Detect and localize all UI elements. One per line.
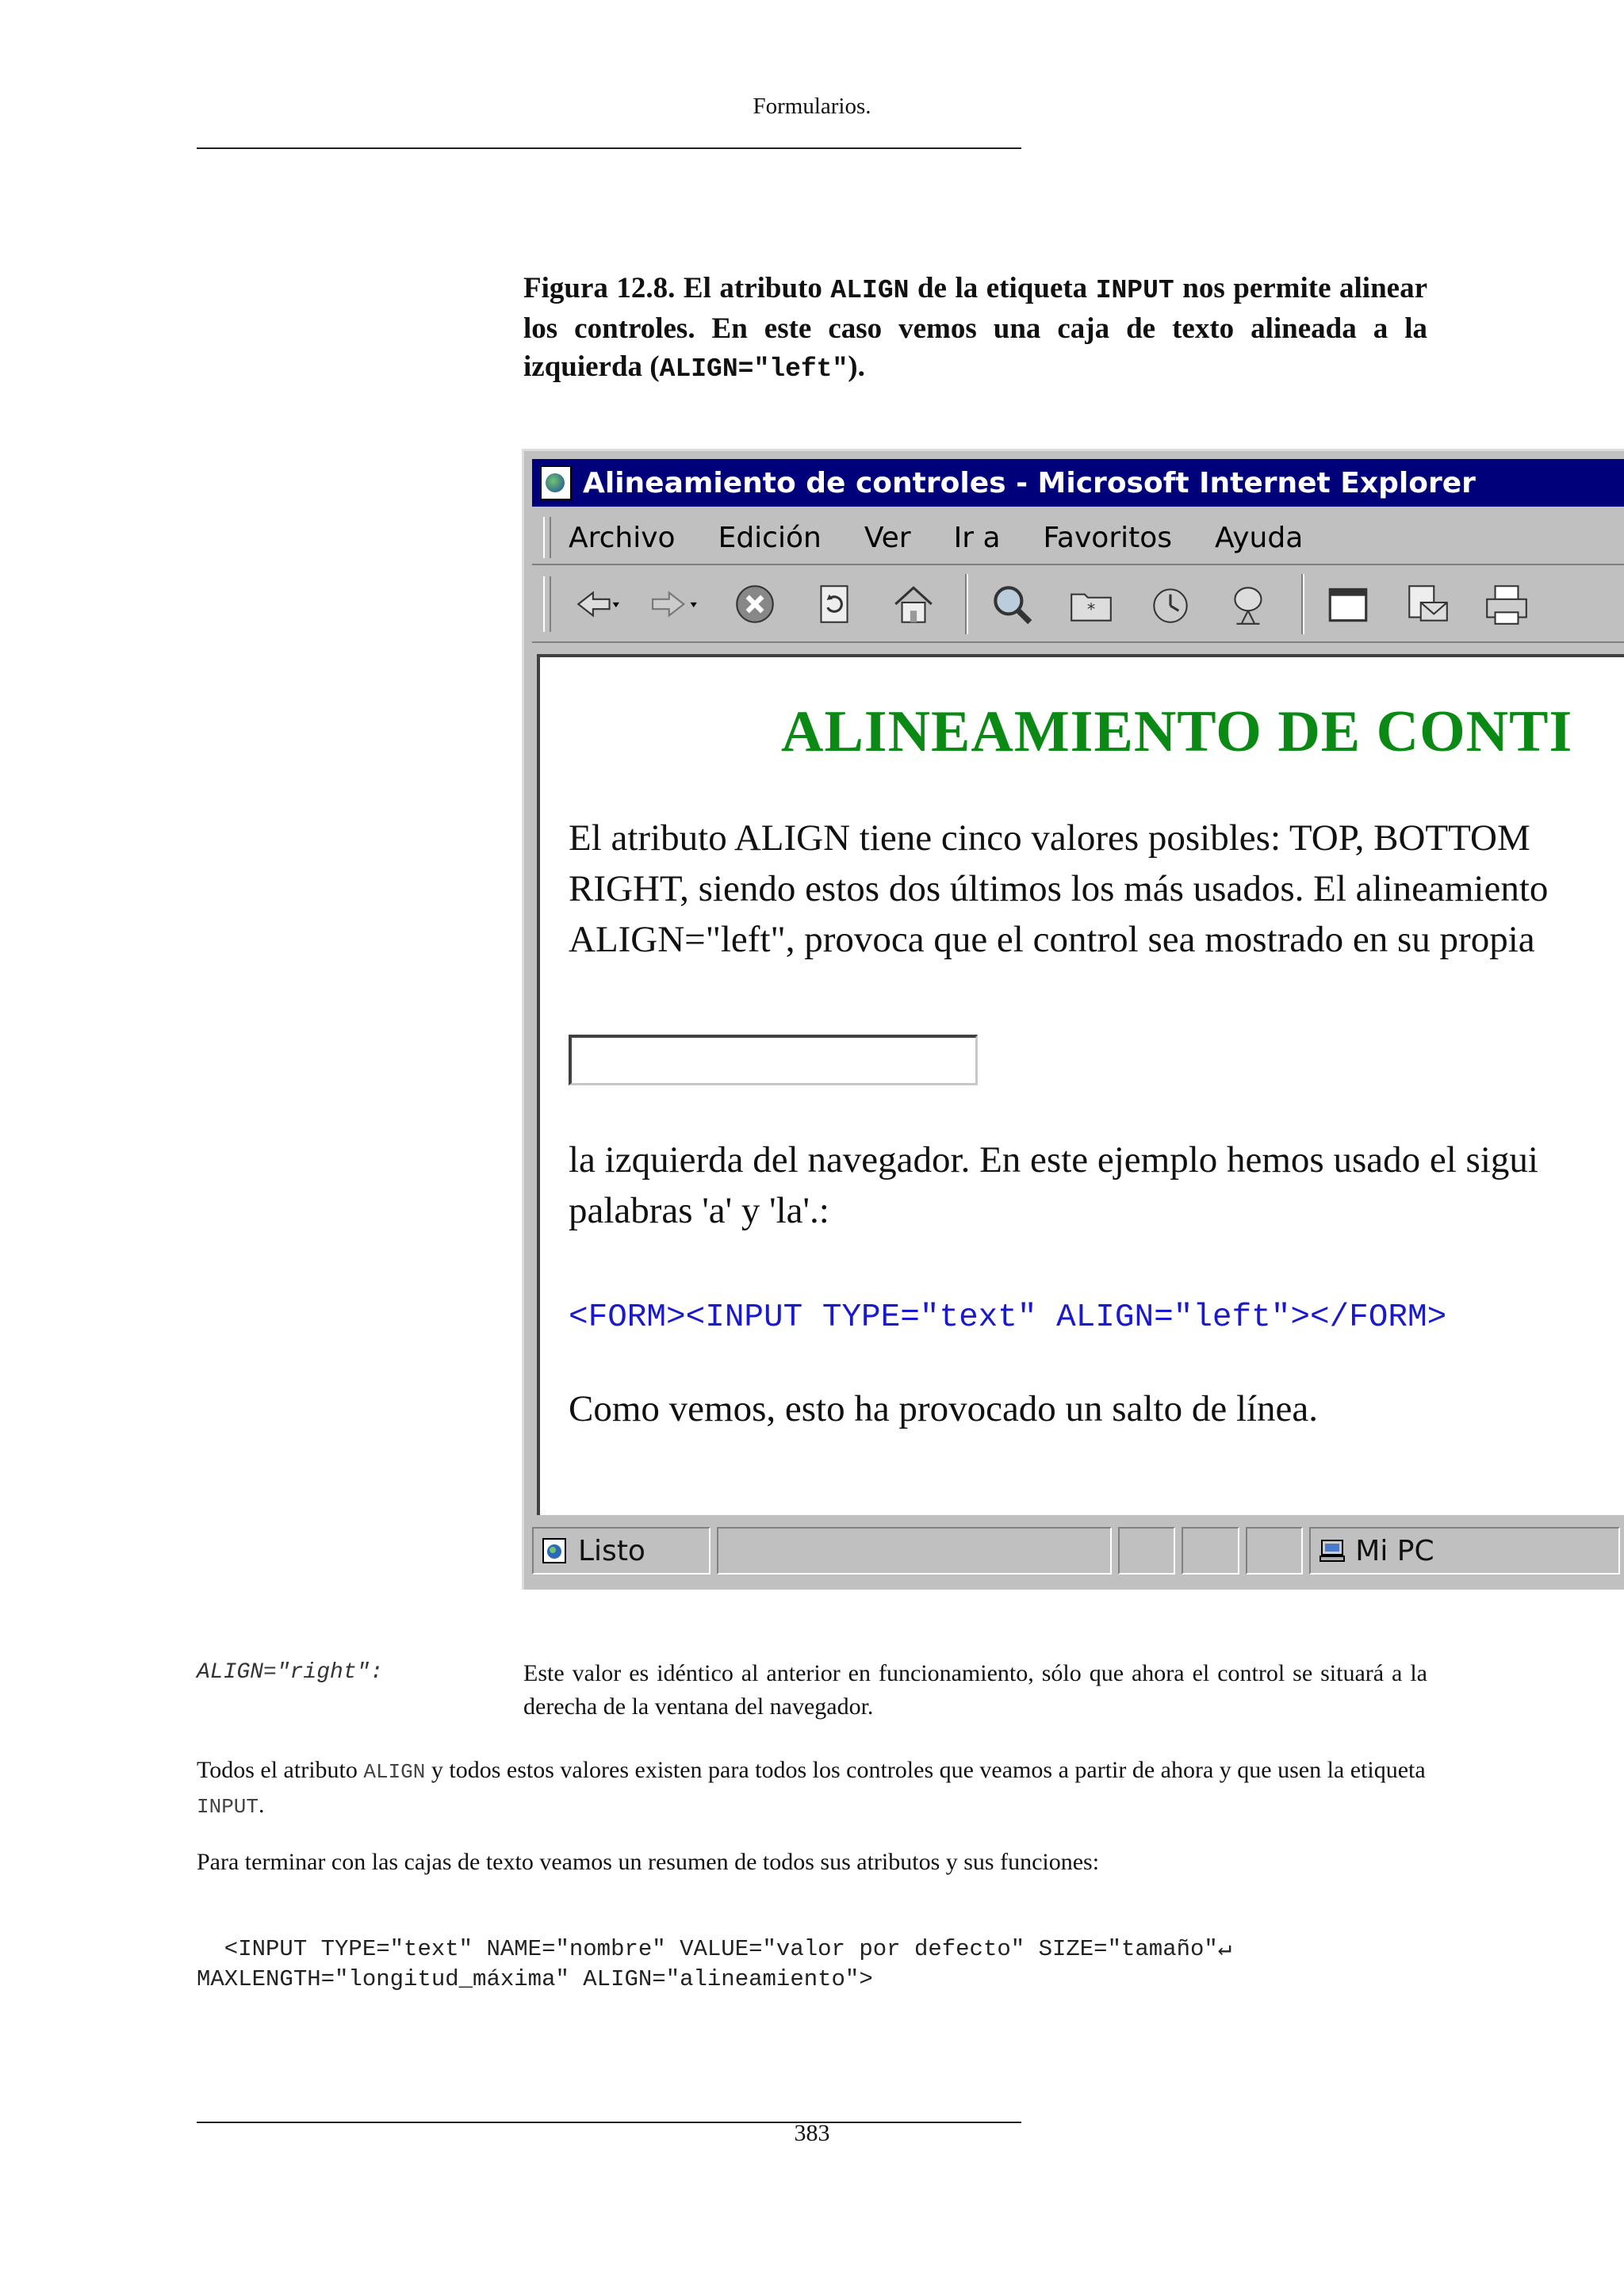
paragraph-line: la izquierda del navegador. En este ejem… [569,1139,1538,1181]
paragraph-line: El atributo ALIGN tiene cinco valores po… [569,817,1530,859]
window-titlebar: Alineamiento de controles - Microsoft In… [532,459,1624,507]
channels-button[interactable] [1222,576,1277,632]
status-cell: Listo [532,1527,711,1575]
definition-text: Este valor es idéntico al anterior en fu… [523,1660,1427,1720]
menu-ayuda[interactable]: Ayuda [1215,522,1303,554]
history-icon [1153,588,1188,623]
status-text: Listo [578,1534,645,1567]
search-button[interactable] [984,576,1040,632]
print-icon [1486,585,1527,625]
menu-favoritos[interactable]: Favoritos [1044,522,1173,554]
status-bar: Listo Mi PC [532,1523,1624,1578]
menu-ver[interactable]: Ver [864,522,911,554]
svg-text:*: * [1087,599,1095,618]
toolbar-grip [543,576,551,632]
text-input[interactable] [569,1035,978,1085]
favorites-button[interactable]: * [1063,576,1119,632]
forward-button[interactable] [648,576,703,632]
back-button[interactable] [569,576,624,632]
channels-icon [1234,587,1262,625]
toolbar-separator [1301,574,1304,634]
code-block: <INPUT TYPE="text" NAME="nombre" VALUE="… [197,1934,1465,1995]
status-cell [1245,1527,1304,1575]
paragraph-line: RIGHT, siendo estos dos últimos los más … [569,868,1549,909]
paragraph-line: ALIGN="left", provoca que el control sea… [569,919,1535,960]
favorites-icon: * [1071,593,1112,622]
mail-button[interactable] [1400,576,1455,632]
menu-bar: Archivo Edición Ver Ir a Favoritos Ayuda [532,511,1624,565]
print-button[interactable] [1479,576,1534,632]
body-paragraph: Para terminar con las cajas de texto vea… [197,1849,1100,1875]
ie-page-icon [542,1538,566,1563]
history-button[interactable] [1143,576,1198,632]
menu-grip [543,517,551,558]
stop-icon [736,585,774,623]
refresh-button[interactable] [806,576,862,632]
page-number: 383 [794,2120,830,2146]
toolbar-separator [965,574,968,634]
status-zone: Mi PC [1309,1527,1620,1575]
code-line: MAXLENGTH="longitud_máxima" ALIGN="aline… [197,1966,873,1992]
fullscreen-button[interactable] [1320,576,1376,632]
stop-button[interactable] [727,576,783,632]
menu-edicion[interactable]: Edición [718,522,822,554]
back-icon [576,591,619,618]
window-title: Alineamiento de controles - Microsoft In… [583,466,1476,499]
computer-icon [1320,1540,1346,1562]
page-content: ALINEAMIENTO DE CONTI El atributo ALIGN … [537,654,1624,1515]
search-icon [994,586,1032,625]
ie-page-icon [540,465,572,500]
toolbar: * [532,567,1624,643]
status-cell [1182,1527,1239,1575]
forward-icon [652,591,697,618]
fullscreen-icon [1328,587,1368,622]
code-line: <INPUT TYPE="text" NAME="nombre" VALUE="… [197,1936,1232,1962]
refresh-icon [820,585,848,623]
mail-icon [1408,585,1448,622]
status-progress [717,1527,1112,1575]
closing-line: Como vemos, esto ha provocado un salto d… [569,1388,1319,1429]
menu-ir-a[interactable]: Ir a [954,522,1001,554]
code-example: <FORM><INPUT TYPE="text" ALIGN="left"></… [569,1299,1447,1336]
menu-archivo[interactable]: Archivo [569,522,676,554]
page-heading: ALINEAMIENTO DE CONTI [781,699,1573,764]
browser-screenshot: Alineamiento de controles - Microsoft In… [522,449,1624,1590]
home-button[interactable] [886,576,941,632]
paragraph-line: palabras 'a' y 'la'.: [569,1190,829,1231]
figure-caption: Figura 12.8. El atributo ALIGN de la eti… [523,272,1428,384]
header-rule [197,147,1021,149]
zone-text: Mi PC [1355,1534,1434,1567]
body-paragraph: Todos el atributo ALIGN y todos estos va… [197,1757,1426,1819]
running-header: Formularios. [753,94,871,119]
home-icon [894,586,933,623]
definition-term: ALIGN="right": [197,1660,384,1685]
status-cell [1117,1527,1176,1575]
